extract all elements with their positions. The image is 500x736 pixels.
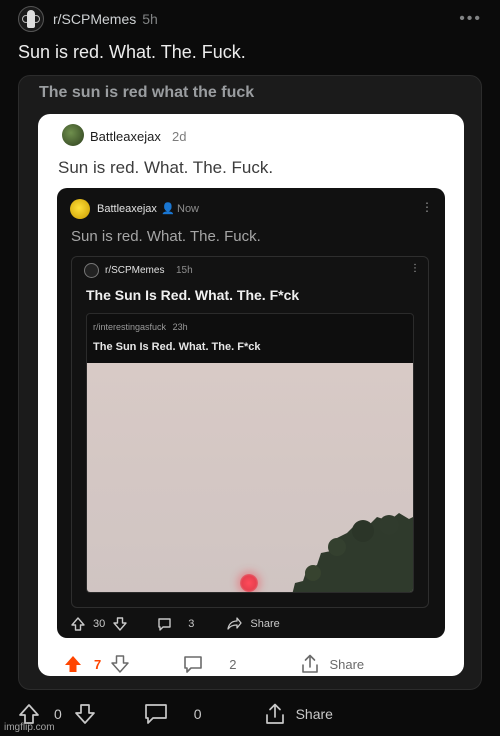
comment-icon xyxy=(158,618,171,631)
share-icon xyxy=(227,617,243,630)
vote-count: 30 xyxy=(93,618,106,630)
screenshot-black-card: Battleaxejax 👤 Now ⋮ Sun is red. What. T… xyxy=(57,188,445,638)
tree-silhouette xyxy=(292,513,413,592)
comment-count: 2 xyxy=(229,656,237,672)
comment-time: 2d xyxy=(172,129,187,144)
share-label[interactable]: Share xyxy=(296,706,333,722)
upvote-icon xyxy=(71,617,85,631)
imgflip-watermark: imgflip.com xyxy=(4,722,55,733)
share-icon xyxy=(302,654,319,673)
post-action-bar: 0 0 Share xyxy=(18,702,378,726)
upvote-icon-active xyxy=(65,656,81,672)
username: Battleaxejax xyxy=(90,129,161,144)
comment-icon xyxy=(184,656,203,673)
crosspost-card: r/interestingasfuck 23h The Sun Is Red. … xyxy=(86,313,414,593)
downvote-icon xyxy=(113,617,127,631)
user-avatar xyxy=(70,199,90,219)
crosspost-time: 23h xyxy=(172,322,188,332)
inner-action-bar: 30 3 Share xyxy=(71,615,331,633)
downvote-icon xyxy=(111,655,129,673)
post-time: 5h xyxy=(142,11,158,27)
subreddit-name[interactable]: r/SCPMemes xyxy=(53,11,136,27)
post-time: 15h xyxy=(176,265,193,276)
post-image[interactable]: The sun is red what the fuck Battleaxeja… xyxy=(18,75,482,690)
share-label: Share xyxy=(250,618,280,630)
subreddit-avatar xyxy=(84,263,99,278)
comment-text: Sun is red. What. The. Fuck. xyxy=(71,228,261,245)
user-avatar xyxy=(62,124,84,146)
share-icon[interactable] xyxy=(264,703,286,725)
more-options-icon[interactable]: ••• xyxy=(459,10,482,28)
vote-count: 0 xyxy=(54,706,62,722)
white-action-bar: 7 2 Share xyxy=(64,654,414,674)
username: Battleaxejax xyxy=(97,203,157,215)
share-label: Share xyxy=(329,656,365,672)
image-caption: The sun is red what the fuck xyxy=(39,84,255,101)
comment-icon[interactable] xyxy=(144,703,168,725)
person-icon: 👤 xyxy=(161,203,175,215)
comment-text: Sun is red. What. The. Fuck. xyxy=(58,158,274,177)
red-sun-photo xyxy=(87,363,413,592)
subreddit-avatar[interactable] xyxy=(18,6,44,32)
screenshot-inner-post: r/SCPMemes 15h ⋮ The Sun Is Red. What. T… xyxy=(71,256,429,608)
comment-count: 3 xyxy=(188,618,195,630)
downvote-icon[interactable] xyxy=(74,703,96,725)
more-options-icon: ⋮ xyxy=(410,263,420,274)
comment-time: Now xyxy=(177,203,200,215)
red-sun xyxy=(240,574,258,592)
figure-icon xyxy=(27,10,35,28)
more-options-icon: ⋮ xyxy=(421,200,433,214)
subreddit-name: r/SCPMemes xyxy=(105,265,165,276)
crosspost-title: The Sun Is Red. What. The. F*ck xyxy=(93,341,261,353)
vote-count: 7 xyxy=(94,656,102,672)
post-title: The Sun Is Red. What. The. F*ck xyxy=(86,287,300,303)
screenshot-white-card: Battleaxejax 2d Sun is red. What. The. F… xyxy=(38,114,464,676)
crosspost-source: r/interestingasfuck 23h xyxy=(93,322,188,332)
post-header: r/SCPMemes 5h ••• xyxy=(18,6,482,32)
crosspost-subreddit: r/interestingasfuck xyxy=(93,322,167,332)
comment-count: 0 xyxy=(193,706,202,722)
post-title[interactable]: Sun is red. What. The. Fuck. xyxy=(18,42,246,63)
